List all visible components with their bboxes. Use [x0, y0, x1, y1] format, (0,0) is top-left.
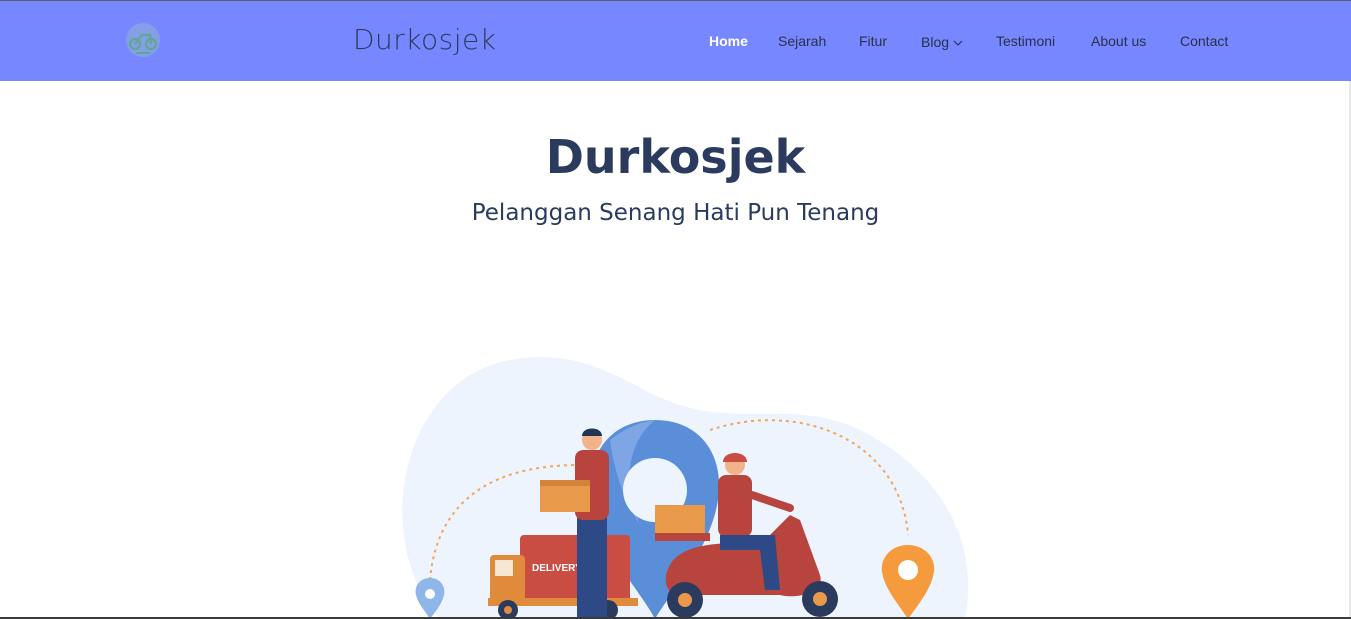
nav-item-sejarah[interactable]: Sejarah [778, 33, 826, 49]
nav-item-blog[interactable]: Blog [921, 33, 963, 50]
scooter-logo-icon[interactable] [124, 21, 162, 59]
nav-item-blog-label: Blog [921, 34, 950, 50]
hero-title: Durkosjek [545, 130, 806, 184]
brand-name[interactable]: Durkosjek [353, 23, 496, 56]
truck-text: DELIVERY [532, 563, 582, 574]
nav-item-testimoni[interactable]: Testimoni [996, 33, 1055, 49]
nav-item-fitur[interactable]: Fitur [859, 33, 887, 49]
nav-item-contact[interactable]: Contact [1180, 33, 1228, 49]
hero-subtitle: Pelanggan Senang Hati Pun Tenang [471, 200, 880, 226]
nav-item-about-us[interactable]: About us [1091, 33, 1146, 49]
site-header: Durkosjek Home Sejarah Fitur Blog Testim… [0, 0, 1351, 81]
delivery-illustration: DELIVERY [380, 350, 980, 619]
chevron-down-icon [953, 33, 963, 49]
nav-item-home[interactable]: Home [709, 33, 748, 49]
